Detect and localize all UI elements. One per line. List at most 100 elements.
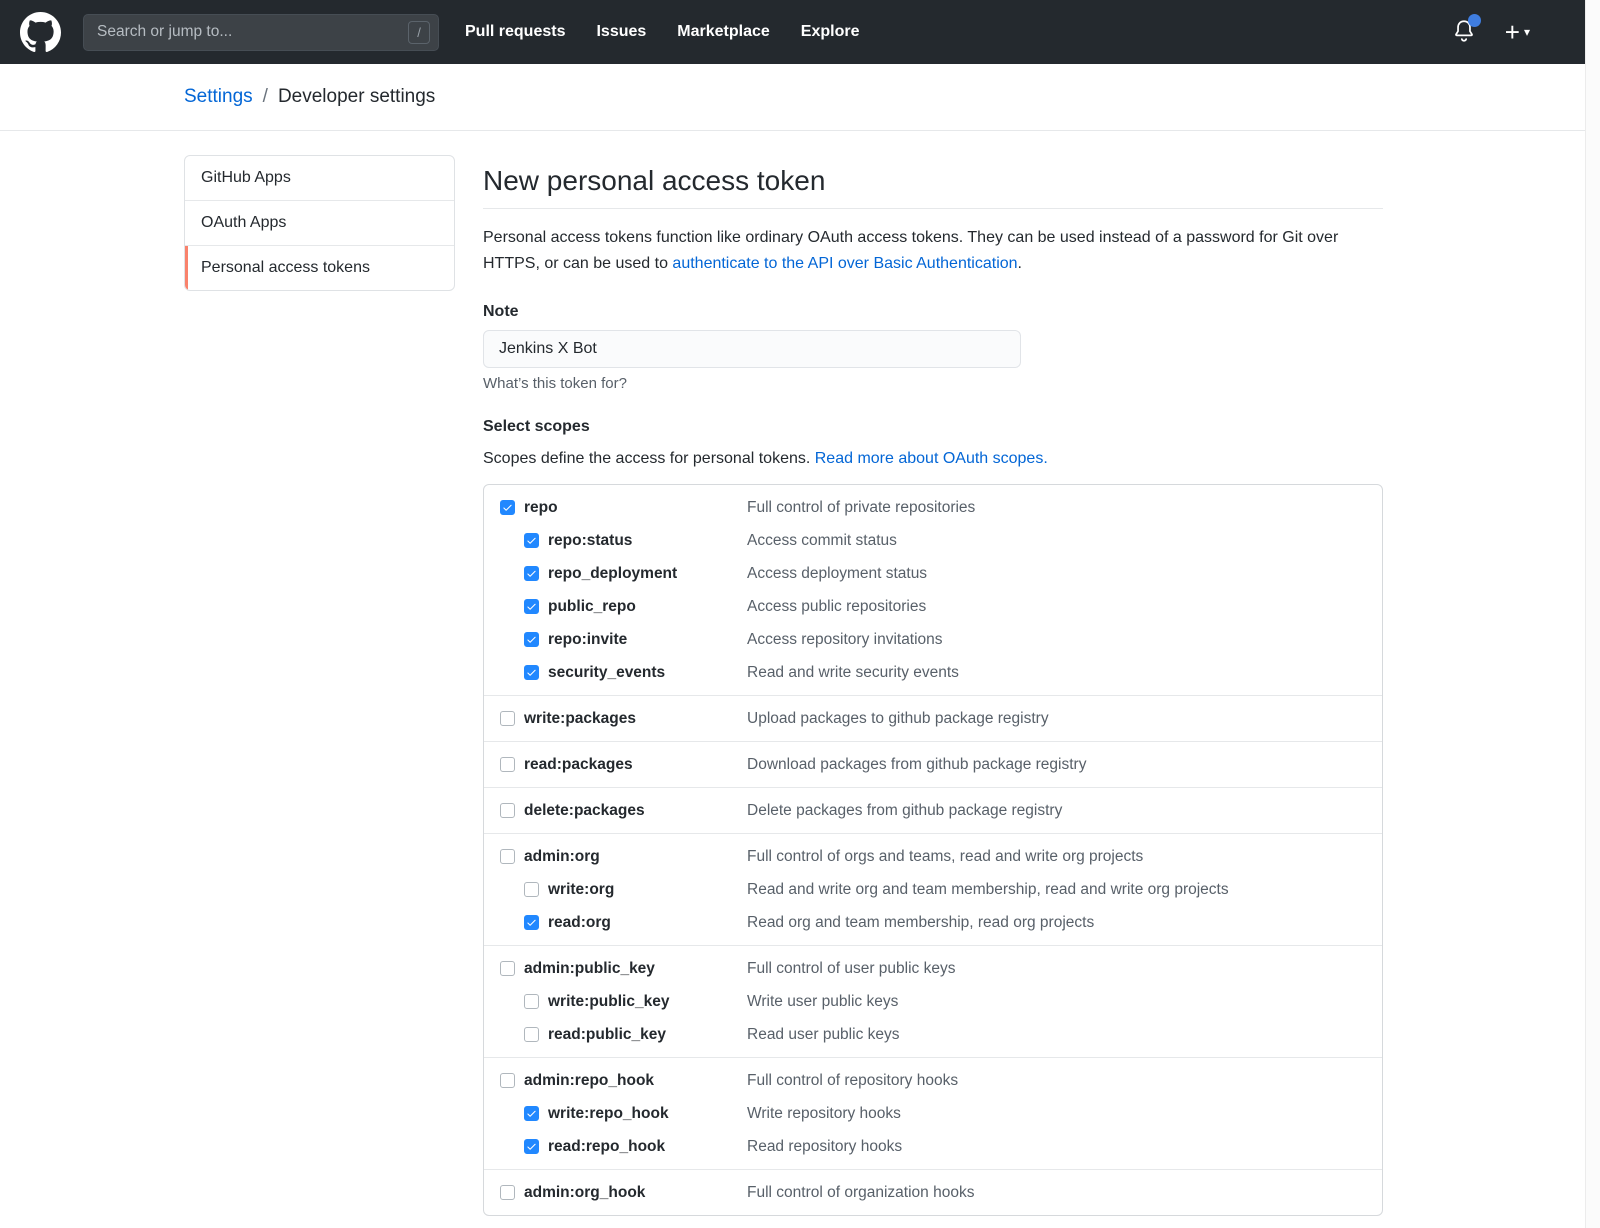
scope-name: admin:org_hook bbox=[524, 1184, 747, 1202]
scope-description: Read repository hooks bbox=[747, 1138, 1366, 1156]
top-navigation: / Pull requestsIssuesMarketplaceExplore … bbox=[0, 0, 1600, 64]
checkbox-delete-packages[interactable] bbox=[500, 803, 515, 818]
scope-description: Full control of repository hooks bbox=[747, 1072, 1366, 1090]
checkbox-admin-org[interactable] bbox=[500, 849, 515, 864]
scope-description: Download packages from github package re… bbox=[747, 756, 1366, 774]
select-scopes-label: Select scopes bbox=[483, 418, 1383, 436]
scope-group-write-packages: write:packagesUpload packages to github … bbox=[484, 695, 1382, 741]
scope-row-security-events: security_eventsRead and write security e… bbox=[524, 656, 1366, 689]
checkbox-read-org[interactable] bbox=[524, 915, 539, 930]
scope-description: Access commit status bbox=[747, 532, 1366, 550]
scopes-intro: Scopes define the access for personal to… bbox=[483, 450, 1383, 468]
scope-name: read:public_key bbox=[548, 1026, 747, 1044]
checkbox-read-public-key[interactable] bbox=[524, 1027, 539, 1042]
page-title: New personal access token bbox=[483, 163, 1383, 209]
intro-paragraph: Personal access tokens function like ord… bbox=[483, 225, 1383, 277]
scope-description: Read user public keys bbox=[747, 1026, 1366, 1044]
scope-description: Full control of private repositories bbox=[747, 499, 1366, 517]
checkbox-write-repo-hook[interactable] bbox=[524, 1106, 539, 1121]
scope-group-admin-org-hook: admin:org_hookFull control of organizati… bbox=[484, 1169, 1382, 1215]
scope-row-read-repo-hook: read:repo_hookRead repository hooks bbox=[524, 1130, 1366, 1163]
checkbox-read-repo-hook[interactable] bbox=[524, 1139, 539, 1154]
scope-name: write:org bbox=[548, 881, 747, 899]
note-label: Note bbox=[483, 303, 1383, 321]
scope-description: Full control of user public keys bbox=[747, 960, 1366, 978]
scope-name: repo:status bbox=[548, 532, 747, 550]
scope-name: security_events bbox=[548, 664, 747, 682]
breadcrumb-settings-link[interactable]: Settings bbox=[184, 86, 253, 108]
nav-link-marketplace[interactable]: Marketplace bbox=[677, 23, 770, 41]
checkbox-admin-repo-hook[interactable] bbox=[500, 1073, 515, 1088]
notifications-bell-icon[interactable] bbox=[1451, 18, 1477, 46]
checkbox-repo-status[interactable] bbox=[524, 533, 539, 548]
nav-link-issues[interactable]: Issues bbox=[596, 23, 646, 41]
checkbox-admin-org-hook[interactable] bbox=[500, 1185, 515, 1200]
scope-description: Delete packages from github package regi… bbox=[747, 802, 1366, 820]
scope-row-repo-deployment: repo_deploymentAccess deployment status bbox=[524, 557, 1366, 590]
scope-name: admin:public_key bbox=[524, 960, 747, 978]
checkbox-admin-public-key[interactable] bbox=[500, 961, 515, 976]
scope-children: write:public_keyWrite user public keysre… bbox=[524, 985, 1366, 1051]
scope-description: Upload packages to github package regist… bbox=[747, 710, 1366, 728]
scopes-list: repoFull control of private repositories… bbox=[483, 484, 1383, 1216]
primary-nav-links: Pull requests Issues Marketplace Explore bbox=[465, 23, 859, 41]
scope-name: read:packages bbox=[524, 756, 747, 774]
scope-row-delete-packages: delete:packagesDelete packages from gith… bbox=[500, 794, 1366, 827]
sidebar-item-oauth-apps[interactable]: OAuth Apps bbox=[185, 200, 454, 245]
slash-shortcut-key: / bbox=[408, 21, 430, 44]
breadcrumb-current: Developer settings bbox=[278, 86, 435, 108]
scope-row-admin-public-key: admin:public_keyFull control of user pub… bbox=[500, 952, 1366, 985]
scope-row-write-packages: write:packagesUpload packages to github … bbox=[500, 702, 1366, 735]
scope-name: admin:repo_hook bbox=[524, 1072, 747, 1090]
scope-row-admin-org-hook: admin:org_hookFull control of organizati… bbox=[500, 1176, 1366, 1209]
scope-row-repo-status: repo:statusAccess commit status bbox=[524, 524, 1366, 557]
scope-name: public_repo bbox=[548, 598, 747, 616]
basic-auth-link[interactable]: authenticate to the API over Basic Authe… bbox=[672, 255, 1017, 272]
create-new-menu[interactable]: + ▾ bbox=[1505, 19, 1530, 45]
search-box: / bbox=[83, 14, 439, 51]
nav-link-explore[interactable]: Explore bbox=[801, 23, 860, 41]
github-logo-icon[interactable] bbox=[20, 12, 61, 53]
scope-description: Access deployment status bbox=[747, 565, 1366, 583]
scope-row-read-org: read:orgRead org and team membership, re… bbox=[524, 906, 1366, 939]
page-scrollbar[interactable] bbox=[1585, 0, 1600, 1228]
scope-row-repo: repoFull control of private repositories bbox=[500, 491, 1366, 524]
sidebar-item-personal-access-tokens[interactable]: Personal access tokens bbox=[185, 245, 454, 290]
scope-row-repo-invite: repo:inviteAccess repository invitations bbox=[524, 623, 1366, 656]
plus-icon: + bbox=[1505, 19, 1520, 45]
top-nav-right: + ▾ bbox=[1451, 18, 1530, 46]
checkbox-repo[interactable] bbox=[500, 500, 515, 515]
sidebar-item-github-apps[interactable]: GitHub Apps bbox=[185, 156, 454, 200]
checkbox-read-packages[interactable] bbox=[500, 757, 515, 772]
caret-down-icon: ▾ bbox=[1524, 26, 1530, 38]
checkbox-repo-deployment[interactable] bbox=[524, 566, 539, 581]
scope-description: Read org and team membership, read org p… bbox=[747, 914, 1366, 932]
note-input[interactable] bbox=[483, 330, 1021, 368]
scope-group-repo: repoFull control of private repositories… bbox=[484, 485, 1382, 695]
intro-suffix: . bbox=[1018, 255, 1022, 272]
scope-children: write:orgRead and write org and team mem… bbox=[524, 873, 1366, 939]
scope-row-read-public-key: read:public_keyRead user public keys bbox=[524, 1018, 1366, 1051]
checkbox-security-events[interactable] bbox=[524, 665, 539, 680]
scope-name: read:org bbox=[548, 914, 747, 932]
checkbox-write-packages[interactable] bbox=[500, 711, 515, 726]
scope-name: write:public_key bbox=[548, 993, 747, 1011]
scope-name: repo:invite bbox=[548, 631, 747, 649]
scope-description: Write repository hooks bbox=[747, 1105, 1366, 1123]
checkbox-repo-invite[interactable] bbox=[524, 632, 539, 647]
checkbox-write-org[interactable] bbox=[524, 882, 539, 897]
scope-name: repo_deployment bbox=[548, 565, 747, 583]
developer-settings-side-menu: GitHub AppsOAuth AppsPersonal access tok… bbox=[184, 155, 455, 291]
scope-description: Read and write org and team membership, … bbox=[747, 881, 1366, 899]
scope-description: Full control of orgs and teams, read and… bbox=[747, 848, 1366, 866]
search-input[interactable] bbox=[83, 14, 439, 51]
unread-notification-dot bbox=[1468, 14, 1481, 27]
scope-name: read:repo_hook bbox=[548, 1138, 747, 1156]
checkbox-public-repo[interactable] bbox=[524, 599, 539, 614]
oauth-scopes-link[interactable]: Read more about OAuth scopes. bbox=[815, 450, 1048, 467]
checkbox-write-public-key[interactable] bbox=[524, 994, 539, 1009]
breadcrumb-separator: / bbox=[263, 86, 268, 108]
nav-link-pull-requests[interactable]: Pull requests bbox=[465, 23, 565, 41]
scope-row-read-packages: read:packagesDownload packages from gith… bbox=[500, 748, 1366, 781]
scope-group-read-packages: read:packagesDownload packages from gith… bbox=[484, 741, 1382, 787]
